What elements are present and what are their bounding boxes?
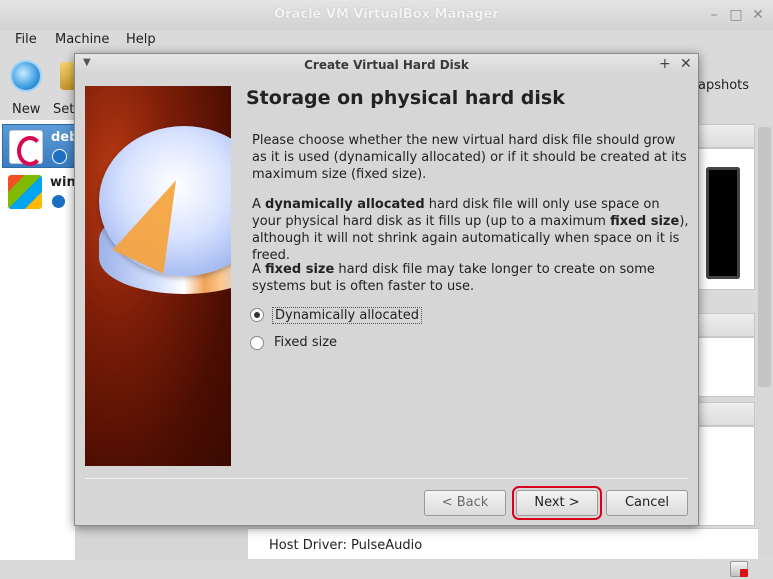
menu-file[interactable]: File [15, 32, 37, 47]
cancel-button[interactable]: Cancel [606, 490, 688, 516]
statusbar [0, 560, 773, 579]
page-title: Storage on physical hard disk [246, 87, 565, 109]
radio-label[interactable]: Dynamically allocated [272, 307, 422, 324]
preview-screen [706, 167, 740, 279]
next-button[interactable]: Next > [512, 486, 602, 520]
dynamic-description-paragraph: A dynamically allocated hard disk file w… [252, 197, 689, 263]
details-scrollbar[interactable] [756, 125, 773, 555]
fixed-description-paragraph: A fixed size hard disk file may take lon… [252, 262, 655, 294]
radio-label[interactable]: Fixed size [272, 335, 339, 350]
vm-name: win [50, 175, 76, 190]
new-vm-icon [12, 62, 40, 90]
create-virtual-hard-disk-dialog: ▼ Create Virtual Hard Disk + ✕ Storage o… [74, 53, 699, 526]
dialog-title: Create Virtual Hard Disk [304, 58, 469, 72]
section-body [697, 426, 755, 526]
section-body [697, 337, 755, 397]
description-paragraph: Please choose whether the new virtual ha… [252, 133, 687, 182]
new-button[interactable]: New [0, 56, 50, 117]
vm-list-item[interactable]: deb [2, 124, 78, 168]
scroll-thumb[interactable] [758, 127, 771, 387]
menubar: File Machine Help [0, 30, 773, 50]
section-header[interactable] [697, 313, 755, 337]
snapshots-tab[interactable]: apshots [698, 78, 749, 93]
menu-help[interactable]: Help [126, 32, 156, 47]
close-icon[interactable]: ✕ [680, 56, 692, 72]
dialog-titlebar: ▼ Create Virtual Hard Disk + ✕ [75, 54, 698, 76]
divider [85, 478, 688, 479]
preview-panel [697, 148, 755, 290]
radio-button-checked[interactable] [250, 308, 264, 322]
windows7-icon [8, 175, 42, 209]
section-header[interactable] [697, 402, 755, 426]
back-button[interactable]: < Back [424, 490, 506, 516]
audio-details: Host Driver: PulseAudio [248, 528, 758, 559]
minimize-icon[interactable]: – [706, 7, 722, 23]
notification-icon[interactable] [730, 561, 748, 577]
debian-icon [9, 130, 43, 166]
main-titlebar: Oracle VM VirtualBox Manager – □ ✕ [0, 0, 773, 30]
vm-list-item[interactable]: win [2, 170, 76, 214]
powered-off-icon [52, 149, 67, 164]
vm-list: deb win [0, 120, 78, 560]
powered-off-icon [51, 194, 66, 209]
detail-key: Host Driver: [269, 538, 347, 553]
window-title: Oracle VM VirtualBox Manager [274, 7, 499, 22]
preview-header[interactable] [697, 124, 755, 148]
menu-machine[interactable]: Machine [55, 32, 109, 47]
pin-icon[interactable]: + [659, 56, 671, 72]
close-icon[interactable]: ✕ [750, 7, 766, 23]
maximize-icon[interactable]: □ [728, 7, 744, 23]
detail-value: PulseAudio [351, 538, 423, 553]
radio-button[interactable] [250, 336, 264, 350]
hard-disk-illustration [85, 86, 231, 466]
